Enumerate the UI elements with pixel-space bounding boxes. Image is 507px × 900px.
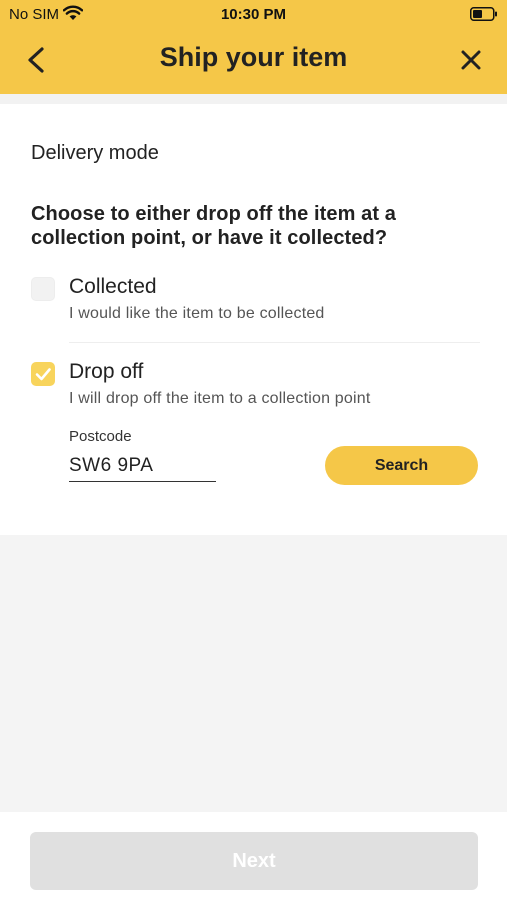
postcode-label: Postcode: [69, 428, 132, 445]
collected-option-description: I would like the item to be collected: [69, 305, 325, 322]
status-bar: No SIM 10:30 PM: [0, 0, 507, 28]
postcode-input[interactable]: [69, 450, 216, 482]
search-button[interactable]: Search: [325, 446, 478, 485]
collected-checkbox[interactable]: [31, 277, 55, 301]
footer: Next: [0, 812, 507, 900]
collected-option-title[interactable]: Collected: [69, 275, 157, 299]
page-title: Ship your item: [159, 42, 348, 72]
delivery-mode-card: Delivery mode Choose to either drop off …: [0, 104, 507, 535]
close-button[interactable]: [458, 47, 484, 73]
next-button[interactable]: Next: [30, 832, 478, 890]
header-shadow: [0, 94, 507, 104]
delivery-question: Choose to either drop off the item at a …: [31, 203, 397, 249]
drop-off-option-title[interactable]: Drop off: [69, 360, 143, 384]
drop-off-option-description: I will drop off the item to a collection…: [69, 390, 371, 407]
clock: 10:30 PM: [220, 6, 287, 23]
check-icon: [35, 368, 51, 381]
header: No SIM 10:30 PM Ship your item: [0, 0, 507, 94]
drop-off-checkbox[interactable]: [31, 362, 55, 386]
option-divider: [69, 342, 480, 343]
section-label: Delivery mode: [31, 142, 159, 164]
battery-icon: [470, 7, 497, 21]
close-icon: [461, 50, 481, 70]
